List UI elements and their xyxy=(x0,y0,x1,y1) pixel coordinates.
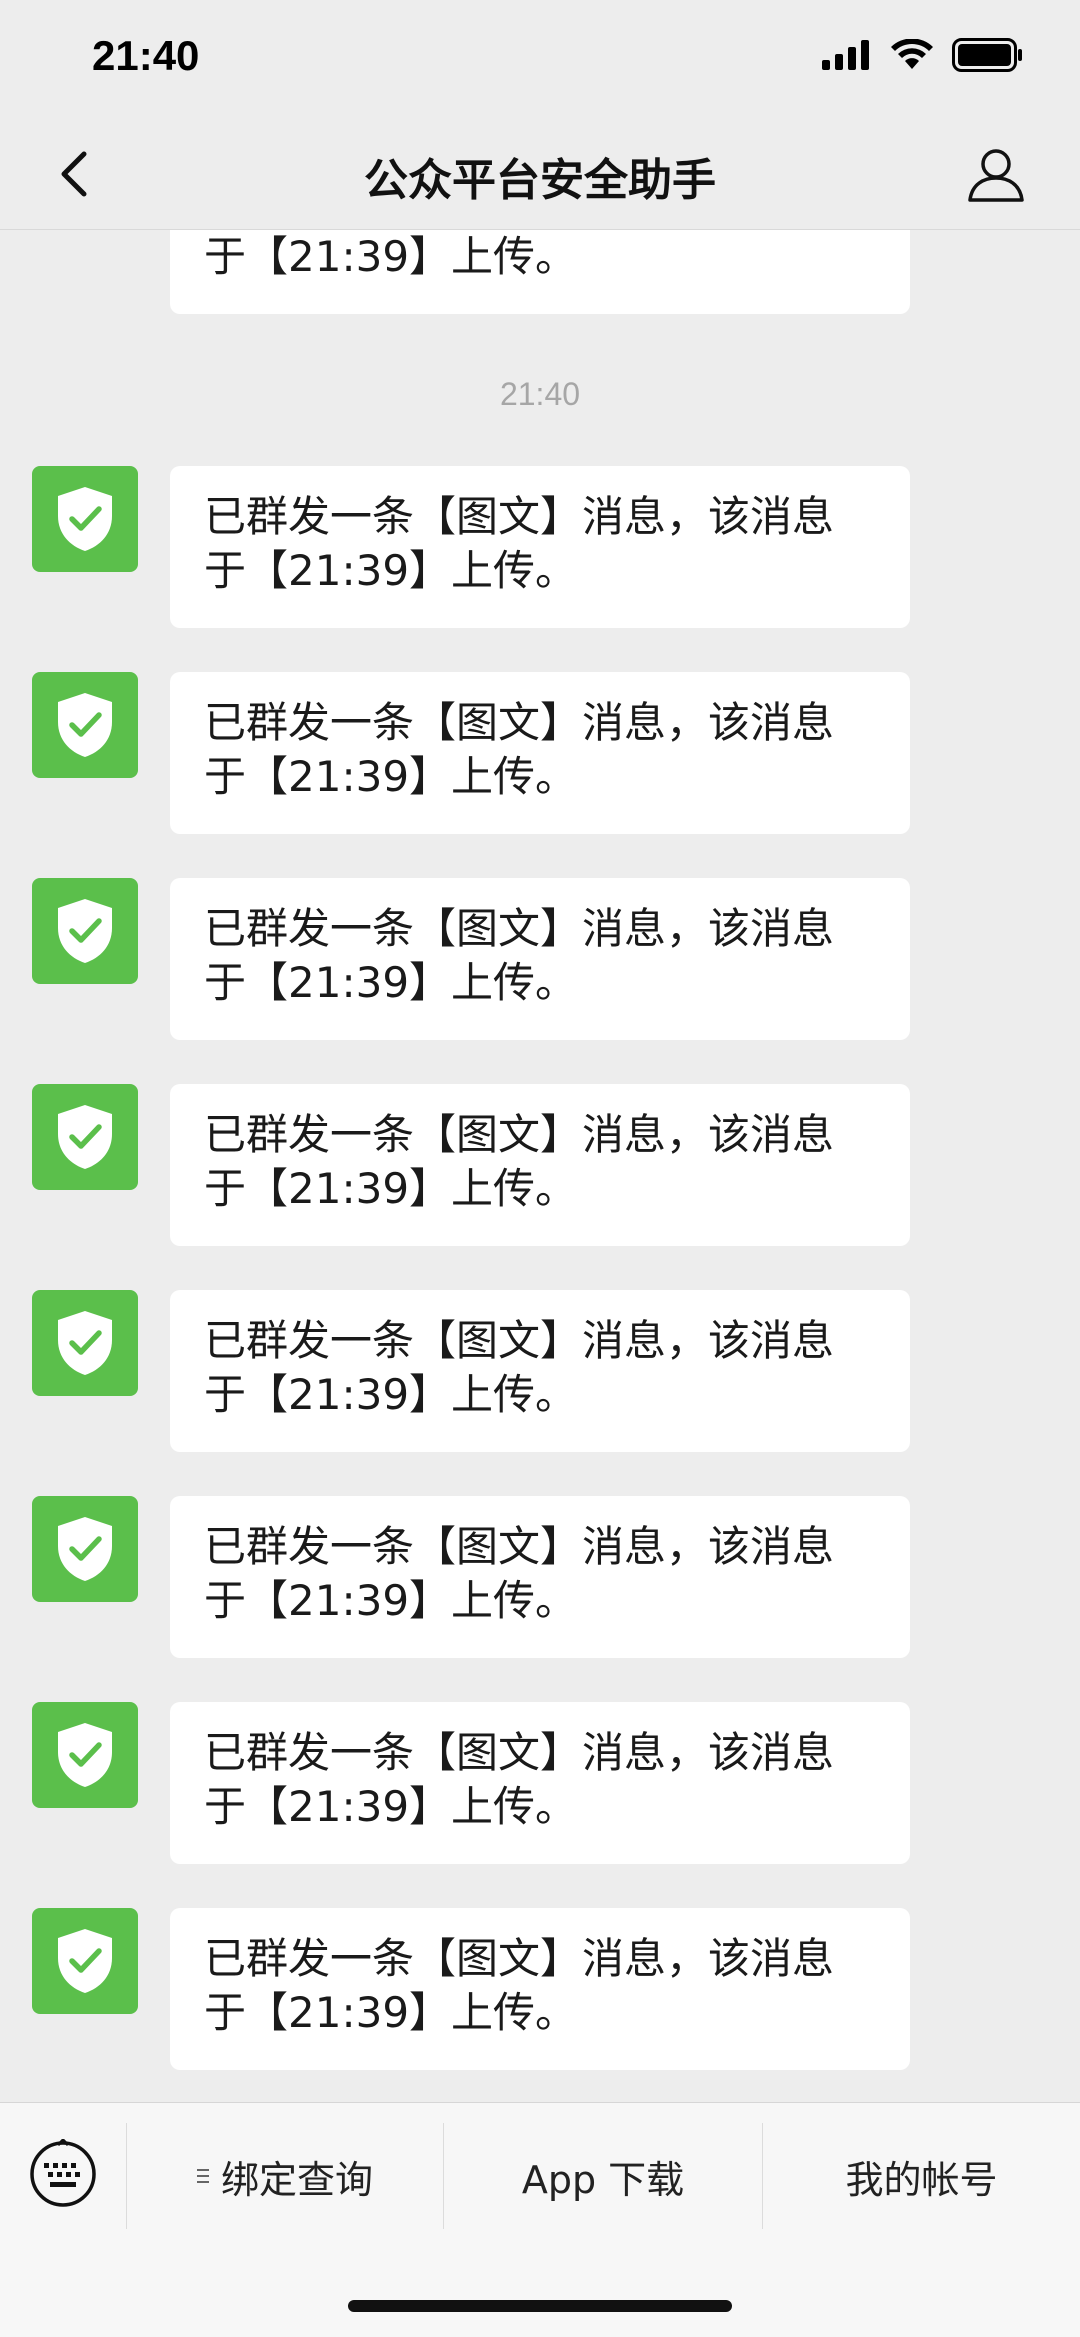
signal-icon xyxy=(822,40,869,70)
shield-check-icon xyxy=(58,1105,112,1169)
person-icon xyxy=(968,149,1024,202)
battery-icon xyxy=(952,38,1022,72)
page-title: 公众平台安全助手 xyxy=(364,155,716,206)
chat-screen: 21:40 公众平台安全助手 于【21:39】上传。 21:40 已群发一条【图… xyxy=(0,0,1080,2337)
message-item: 已群发一条【图文】消息，该消息 于【21:39】上传。 xyxy=(0,466,1080,628)
home-indicator[interactable] xyxy=(348,2300,732,2312)
message-line: 已群发一条【图文】消息，该消息 xyxy=(204,1110,835,1159)
status-bar: 21:40 xyxy=(0,0,1080,118)
message-line: 于【21:39】上传。 xyxy=(204,958,578,1007)
shield-check-icon xyxy=(58,899,112,963)
message-bubble[interactable]: 已群发一条【图文】消息，该消息 于【21:39】上传。 xyxy=(170,1702,910,1864)
message-bubble[interactable]: 已群发一条【图文】消息，该消息 于【21:39】上传。 xyxy=(170,1290,910,1452)
avatar[interactable] xyxy=(32,878,138,984)
message-bubble[interactable]: 已群发一条【图文】消息，该消息 于【21:39】上传。 xyxy=(170,1908,910,2070)
message-bubble[interactable]: 已群发一条【图文】消息，该消息 于【21:39】上传。 xyxy=(170,466,910,628)
message-line: 已群发一条【图文】消息，该消息 xyxy=(204,1522,835,1571)
keyboard-icon xyxy=(30,2137,96,2207)
message-item: 已群发一条【图文】消息，该消息 于【21:39】上传。 xyxy=(0,1290,1080,1452)
menu-lines-icon xyxy=(196,2169,209,2183)
avatar[interactable] xyxy=(32,1702,138,1808)
shield-check-icon xyxy=(58,1311,112,1375)
message-line: 已群发一条【图文】消息，该消息 xyxy=(204,904,835,953)
message-line: 于【21:39】上传。 xyxy=(204,546,578,595)
message-item: 已群发一条【图文】消息，该消息 于【21:39】上传。 xyxy=(0,1908,1080,2070)
avatar[interactable] xyxy=(32,1084,138,1190)
status-time: 21:40 xyxy=(92,32,200,79)
menu-item-label: 绑定查询 xyxy=(220,2157,373,2202)
message-line: 于【21:39】上传。 xyxy=(204,1164,578,1213)
message-line: 于【21:39】上传。 xyxy=(204,1988,578,2037)
message-item: 已群发一条【图文】消息，该消息 于【21:39】上传。 xyxy=(0,1496,1080,1658)
shield-check-icon xyxy=(58,693,112,757)
chat-area[interactable]: 于【21:39】上传。 21:40 已群发一条【图文】消息，该消息 于【21:3… xyxy=(0,230,1080,2102)
message-item: 已群发一条【图文】消息，该消息 于【21:39】上传。 xyxy=(0,1702,1080,1864)
message-item: 已群发一条【图文】消息，该消息 于【21:39】上传。 xyxy=(0,672,1080,834)
avatar[interactable] xyxy=(32,672,138,778)
avatar[interactable] xyxy=(32,1290,138,1396)
message-line: 于【21:39】上传。 xyxy=(204,752,578,801)
status-icons xyxy=(822,38,1024,72)
message-item: 已群发一条【图文】消息，该消息 于【21:39】上传。 xyxy=(0,878,1080,1040)
message-item: 已群发一条【图文】消息，该消息 于【21:39】上传。 xyxy=(0,1084,1080,1246)
keyboard-toggle-button[interactable] xyxy=(28,2137,98,2209)
message-line: 已群发一条【图文】消息，该消息 xyxy=(204,1728,835,1777)
message-bubble[interactable]: 已群发一条【图文】消息，该消息 于【21:39】上传。 xyxy=(170,1496,910,1658)
menu-item-label: App 下载 xyxy=(521,2157,685,2202)
menu-item-my-account[interactable]: 我的帐号 xyxy=(763,2123,1080,2229)
shield-check-icon xyxy=(58,487,112,551)
avatar[interactable] xyxy=(32,1908,138,2014)
profile-button[interactable] xyxy=(964,142,1028,206)
message-line: 已群发一条【图文】消息，该消息 xyxy=(204,492,835,541)
message-line: 已群发一条【图文】消息，该消息 xyxy=(204,1316,835,1365)
avatar[interactable] xyxy=(32,466,138,572)
wifi-icon xyxy=(891,39,933,69)
message-bubble[interactable]: 已群发一条【图文】消息，该消息 于【21:39】上传。 xyxy=(170,672,910,834)
message-line: 于【21:39】上传。 xyxy=(204,232,578,281)
message-line: 于【21:39】上传。 xyxy=(204,1576,578,1625)
message-line: 已群发一条【图文】消息，该消息 xyxy=(204,1934,835,1983)
menu-item-binding-query[interactable]: 绑定查询 xyxy=(127,2123,443,2229)
shield-check-icon xyxy=(58,1929,112,1993)
shield-check-icon xyxy=(58,1723,112,1787)
message-bubble[interactable]: 于【21:39】上传。 xyxy=(170,230,910,314)
chat-timestamp: 21:40 xyxy=(499,376,581,412)
message-line: 已群发一条【图文】消息，该消息 xyxy=(204,698,835,747)
nav-bar: 公众平台安全助手 xyxy=(0,118,1080,230)
shield-check-icon xyxy=(58,1517,112,1581)
menu-item-app-download[interactable]: App 下载 xyxy=(444,2123,762,2229)
message-bubble[interactable]: 已群发一条【图文】消息，该消息 于【21:39】上传。 xyxy=(170,878,910,1040)
message-line: 于【21:39】上传。 xyxy=(204,1782,578,1831)
message-bubble[interactable]: 已群发一条【图文】消息，该消息 于【21:39】上传。 xyxy=(170,1084,910,1246)
message-partial: 于【21:39】上传。 xyxy=(0,230,1080,314)
menu-item-label: 我的帐号 xyxy=(845,2157,998,2202)
message-line: 于【21:39】上传。 xyxy=(204,1370,578,1419)
avatar[interactable] xyxy=(32,1496,138,1602)
